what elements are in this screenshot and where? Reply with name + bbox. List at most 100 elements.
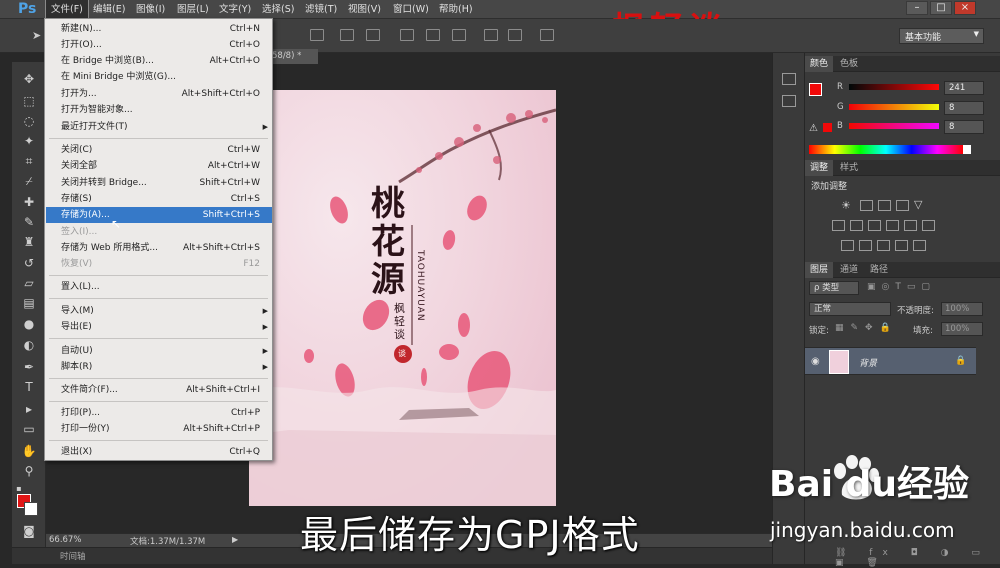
slider-track[interactable] <box>849 104 939 110</box>
brush-tool-icon[interactable]: ✎ <box>21 215 37 229</box>
hue-saturation-icon[interactable] <box>832 220 845 231</box>
eyedropper-tool-icon[interactable]: ⌿ <box>21 174 37 188</box>
color-white-chip[interactable] <box>963 145 971 154</box>
align-bottom-icon[interactable] <box>366 29 380 41</box>
blur-tool-icon[interactable]: ● <box>21 317 37 331</box>
zoom-tool-icon[interactable]: ⚲ <box>21 464 37 478</box>
menu-item-import[interactable]: 导入(M) ▶ <box>46 303 272 319</box>
menu-help[interactable]: 帮助(H) <box>434 0 478 19</box>
magic-wand-tool-icon[interactable]: ✦ <box>21 134 37 148</box>
distribute-center-icon[interactable] <box>508 29 522 41</box>
black-white-icon[interactable] <box>868 220 881 231</box>
tab-layers[interactable]: 图层 <box>805 262 834 278</box>
timeline-label[interactable]: 时间轴 <box>60 550 86 562</box>
path-select-icon[interactable]: ▸ <box>21 402 37 416</box>
menu-item-automate[interactable]: 自动(U) ▶ <box>46 343 272 359</box>
workspace-select[interactable]: 基本功能 ▼ <box>899 28 984 44</box>
gamut-swatch[interactable] <box>823 123 832 132</box>
align-right-icon[interactable] <box>452 29 466 41</box>
menu-item-revert[interactable]: 恢复(V) F12 <box>46 256 272 272</box>
properties-panel-icon[interactable] <box>782 95 796 107</box>
menu-edit[interactable]: 编辑(E) <box>88 0 130 19</box>
menu-item-browse-mini-bridge[interactable]: 在 Mini Bridge 中浏览(G)... <box>46 69 272 85</box>
auto-align-icon[interactable] <box>540 29 554 41</box>
menu-layer[interactable]: 图层(L) <box>172 0 214 19</box>
background-color-swatch[interactable] <box>24 502 38 516</box>
menu-filter[interactable]: 滤镜(T) <box>300 0 342 19</box>
move-tool-icon[interactable]: ✥ <box>21 72 37 86</box>
maximize-button[interactable]: □ <box>930 1 952 15</box>
menu-select[interactable]: 选择(S) <box>257 0 299 19</box>
history-brush-icon[interactable]: ↺ <box>21 256 37 270</box>
menu-item-scripts[interactable]: 脚本(R) ▶ <box>46 359 272 375</box>
layer-filter-select[interactable]: ρ 类型 <box>809 281 859 295</box>
menu-item-exit[interactable]: 退出(X) Ctrl+Q <box>46 444 272 460</box>
menu-view[interactable]: 视图(V) <box>343 0 386 19</box>
pen-tool-icon[interactable]: ✒ <box>21 360 37 374</box>
menu-item-file-info[interactable]: 文件简介(F)... Alt+Shift+Ctrl+I <box>46 382 272 398</box>
exposure-icon[interactable] <box>896 200 909 211</box>
channel-value[interactable]: 8 <box>944 101 984 115</box>
tab-styles[interactable]: 样式 <box>835 160 863 176</box>
menu-type[interactable]: 文字(Y) <box>214 0 256 19</box>
tab-paths[interactable]: 路径 <box>865 262 893 278</box>
status-arrow-icon[interactable]: ▶ <box>232 535 238 544</box>
align-hcenter-icon[interactable] <box>426 29 440 41</box>
eraser-tool-icon[interactable]: ▱ <box>21 276 37 290</box>
menu-item-check-in[interactable]: 签入(I)... <box>46 224 272 240</box>
menu-window[interactable]: 窗口(W) <box>388 0 434 19</box>
selective-color-icon[interactable] <box>895 240 908 251</box>
menu-item-browse-bridge[interactable]: 在 Bridge 中浏览(B)... Alt+Ctrl+O <box>46 53 272 69</box>
gradient-tool-icon[interactable]: ▤ <box>21 296 37 310</box>
menu-item-close-all[interactable]: 关闭全部 Alt+Ctrl+W <box>46 158 272 174</box>
crop-tool-icon[interactable]: ⌗ <box>21 154 37 168</box>
slider-track[interactable] <box>849 123 939 129</box>
tab-swatches[interactable]: 色板 <box>835 56 863 72</box>
fill-input[interactable]: 100% <box>941 322 983 336</box>
gradient-map-icon[interactable] <box>913 240 926 251</box>
type-tool-icon[interactable]: T <box>21 380 37 394</box>
clone-stamp-icon[interactable]: ♜ <box>21 235 37 249</box>
blend-mode-select[interactable]: 正常 <box>809 302 891 316</box>
layer-name[interactable]: 背景 <box>859 356 877 369</box>
menu-item-export[interactable]: 导出(E) ▶ <box>46 319 272 335</box>
dodge-tool-icon[interactable]: ◐ <box>21 338 37 352</box>
align-vcenter-icon[interactable] <box>340 29 354 41</box>
tab-color[interactable]: 颜色 <box>805 56 834 72</box>
menu-item-save[interactable]: 存储(S) Ctrl+S <box>46 191 272 207</box>
layer-filter-icons[interactable]: ▣◎T▭▢ <box>867 282 936 292</box>
healing-brush-icon[interactable]: ✚ <box>21 195 37 209</box>
menu-image[interactable]: 图像(I) <box>131 0 170 19</box>
menu-file[interactable]: 文件(F) <box>45 0 89 20</box>
history-panel-icon[interactable] <box>782 73 796 85</box>
threshold-icon[interactable] <box>877 240 890 251</box>
brightness-icon[interactable]: ☀ <box>841 199 851 212</box>
minimize-button[interactable]: – <box>906 1 928 15</box>
hand-tool-icon[interactable]: ✋ <box>21 444 37 458</box>
lock-icons[interactable]: ▦✎✥🔒 <box>835 323 898 333</box>
tab-adjustments[interactable]: 调整 <box>805 160 834 176</box>
menu-item-open-smart-object[interactable]: 打开为智能对象... <box>46 102 272 118</box>
posterize-icon[interactable] <box>859 240 872 251</box>
menu-item-close-go-bridge[interactable]: 关闭并转到 Bridge... Shift+Ctrl+W <box>46 175 272 191</box>
vibrance-icon[interactable]: ▽ <box>914 198 922 211</box>
curves-icon[interactable] <box>878 200 891 211</box>
quick-mask-icon[interactable]: ◙ <box>21 524 37 538</box>
color-spectrum-bar[interactable] <box>809 145 963 154</box>
menu-item-place[interactable]: 置入(L)... <box>46 279 272 295</box>
layer-row-background[interactable]: ◉ 背景 🔒 <box>805 347 976 375</box>
visibility-eye-icon[interactable]: ◉ <box>811 356 820 367</box>
align-top-icon[interactable] <box>310 29 324 41</box>
menu-item-close[interactable]: 关闭(C) Ctrl+W <box>46 142 272 158</box>
shape-tool-icon[interactable]: ▭ <box>21 422 37 436</box>
opacity-input[interactable]: 100% <box>941 302 983 316</box>
channel-value[interactable]: 8 <box>944 120 984 134</box>
menu-item-print-one-copy[interactable]: 打印一份(Y) Alt+Shift+Ctrl+P <box>46 421 272 437</box>
channel-mixer-icon[interactable] <box>904 220 917 231</box>
invert-icon[interactable] <box>841 240 854 251</box>
menu-item-save-for-web[interactable]: 存储为 Web 所用格式... Alt+Shift+Ctrl+S <box>46 240 272 256</box>
tab-channels[interactable]: 通道 <box>835 262 863 278</box>
document-tab[interactable]: 58/8) * <box>268 49 318 64</box>
lasso-tool-icon[interactable]: ◌ <box>21 114 37 128</box>
menu-item-open[interactable]: 打开(O)... Ctrl+O <box>46 37 272 53</box>
